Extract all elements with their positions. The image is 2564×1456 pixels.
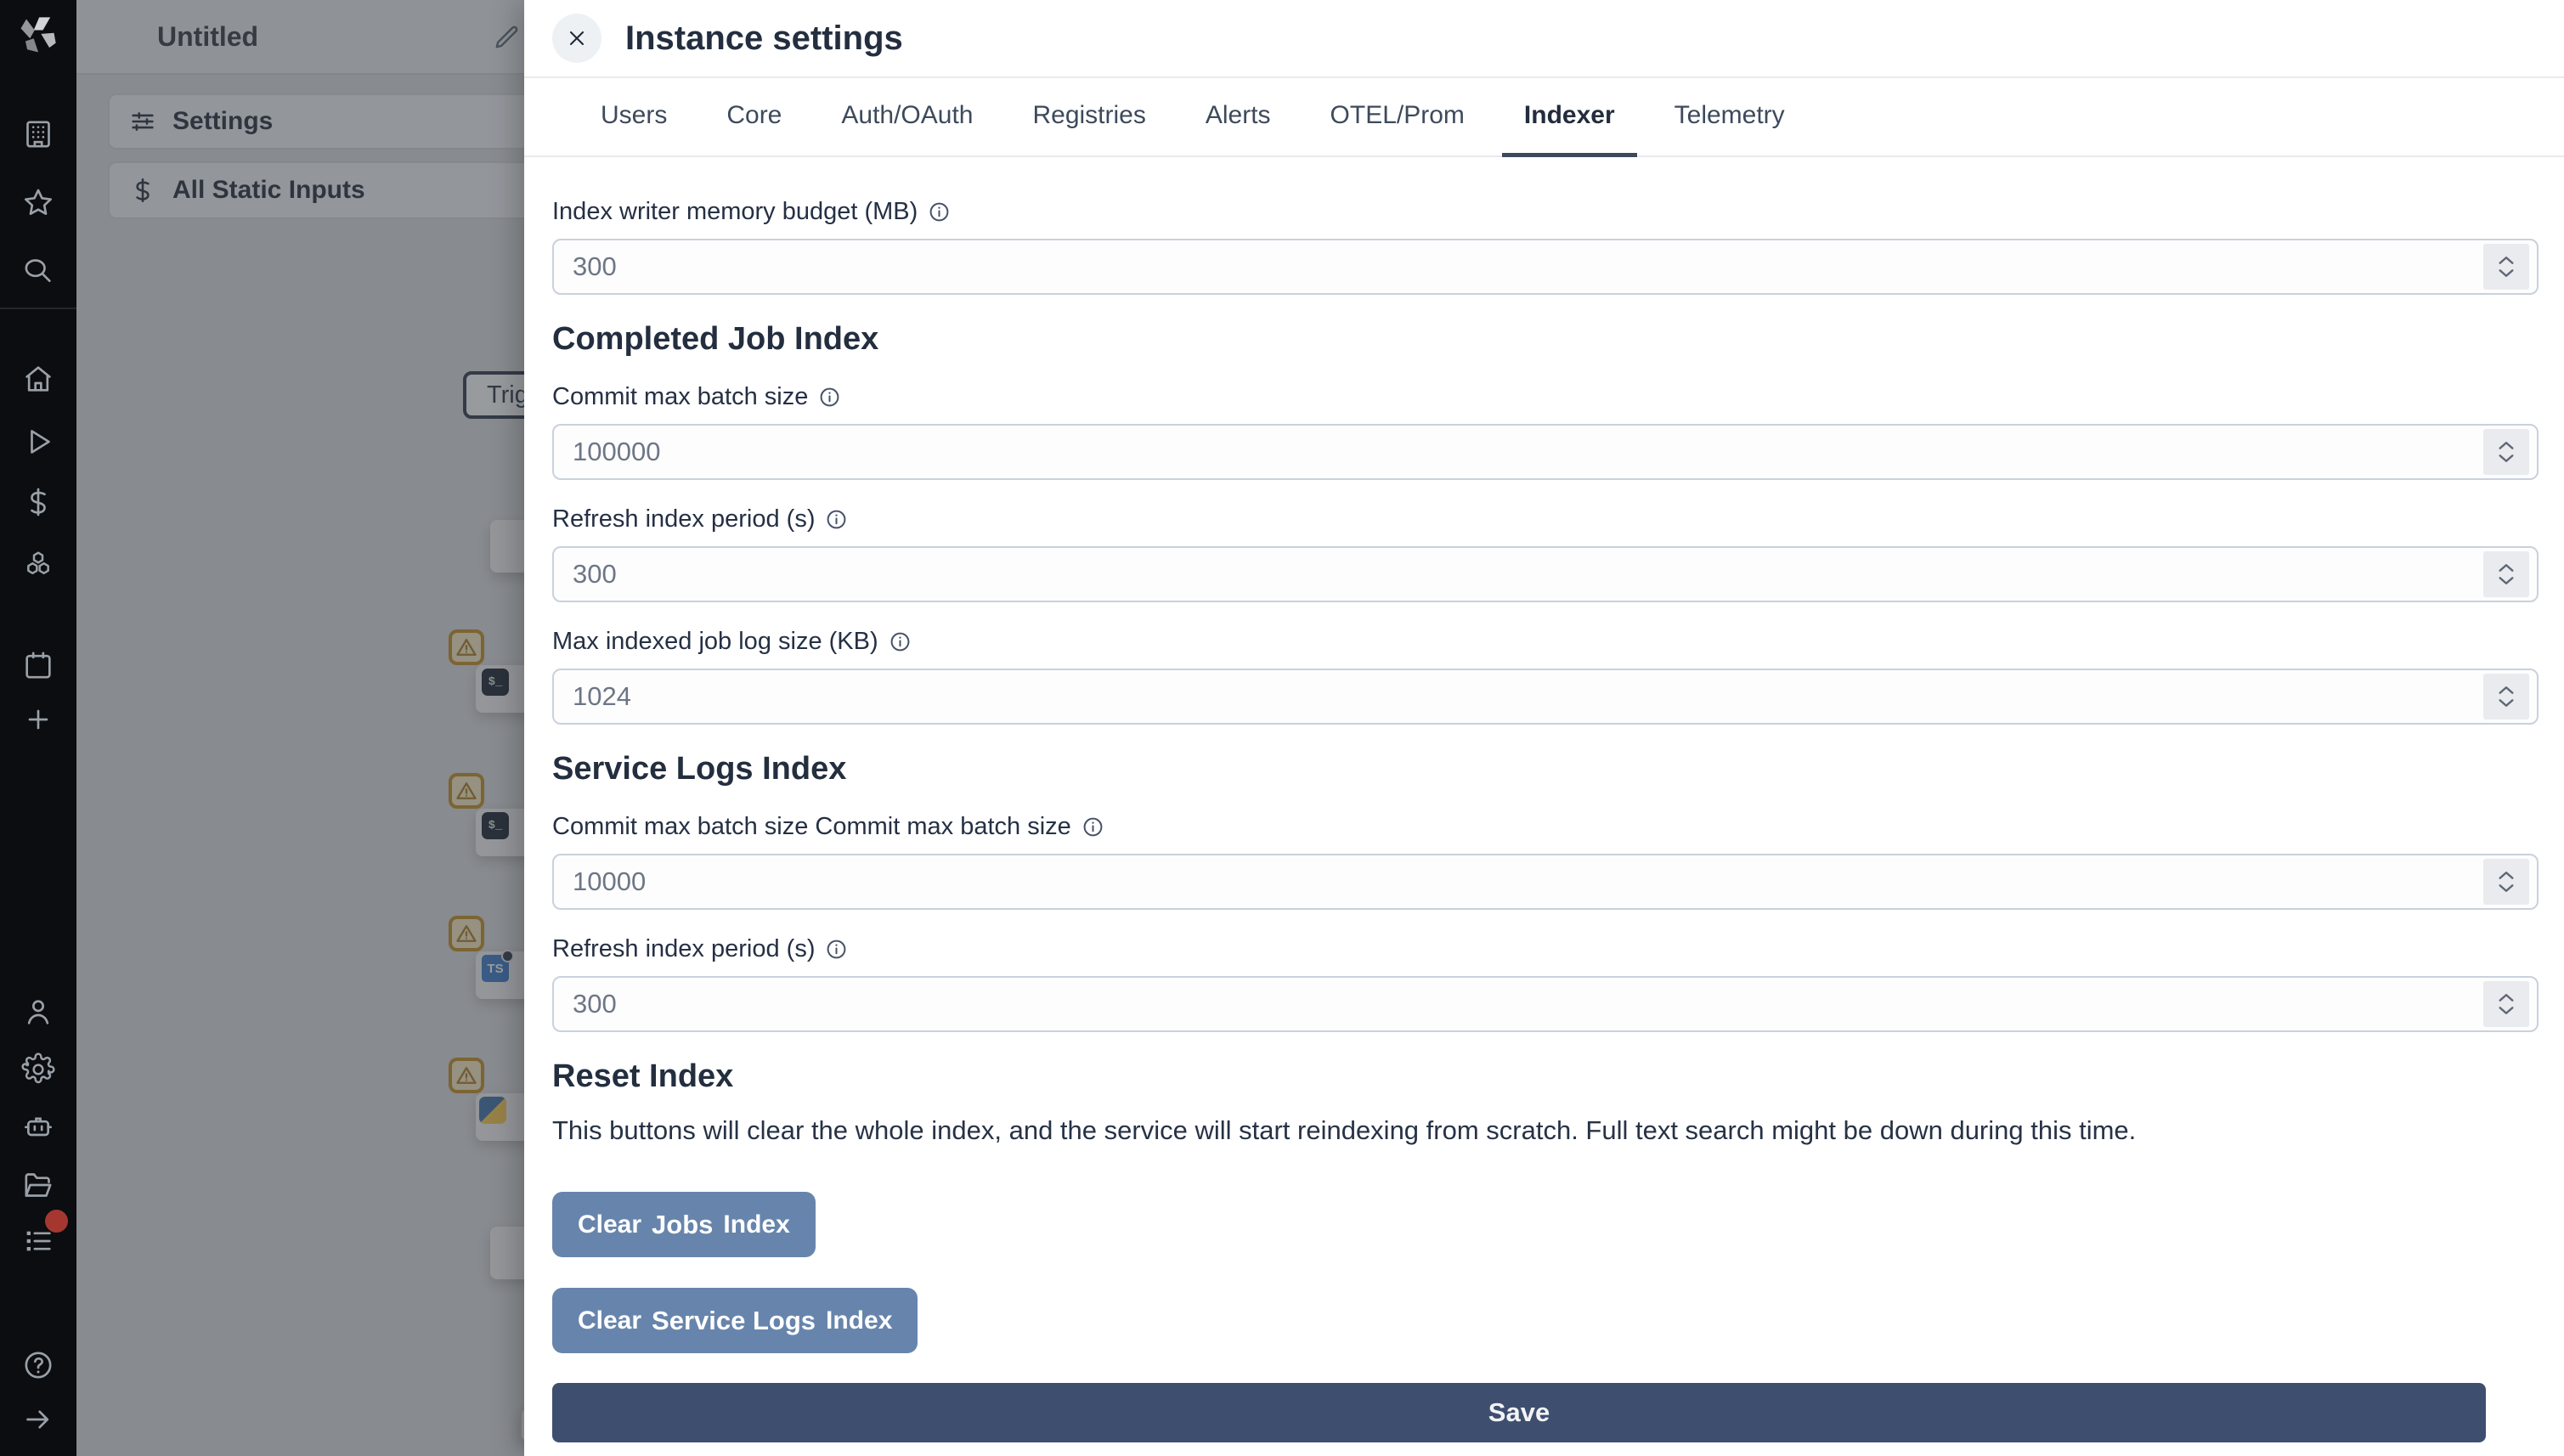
field-label: Max indexed job log size (KB)	[552, 626, 2539, 657]
number-field	[552, 669, 2539, 725]
indexer-panel: Index writer memory budget (MB) Complete…	[524, 159, 2564, 1456]
job-commit-max-batch-input[interactable]	[552, 424, 2539, 480]
chevron-up-icon	[2497, 684, 2516, 696]
info-icon[interactable]	[928, 200, 951, 223]
home-icon[interactable]	[18, 358, 59, 399]
modal-title: Instance settings	[625, 19, 903, 57]
clear-service-logs-index-button[interactable]: Clear Service Logs Index	[552, 1288, 918, 1353]
index-writer-memory-input[interactable]	[552, 239, 2539, 295]
tab-core[interactable]: Core	[704, 78, 804, 157]
folder-open-icon[interactable]	[18, 1165, 59, 1205]
field-label: Commit max batch size	[552, 381, 2539, 412]
tab-otel-prom[interactable]: OTEL/Prom	[1308, 78, 1487, 157]
info-icon[interactable]	[818, 386, 841, 409]
dollar-icon[interactable]	[18, 482, 59, 522]
plus-icon[interactable]	[18, 699, 59, 740]
field-label: Index writer memory budget (MB)	[552, 196, 2539, 227]
stepper-control[interactable]	[2483, 674, 2529, 720]
number-field	[552, 239, 2539, 295]
arrow-right-icon[interactable]	[18, 1399, 59, 1440]
tab-telemetry[interactable]: Telemetry	[1652, 78, 1807, 157]
stepper-control[interactable]	[2483, 859, 2529, 905]
help-icon[interactable]	[18, 1345, 59, 1385]
chevron-up-icon	[2497, 562, 2516, 573]
search-icon[interactable]	[18, 251, 59, 291]
field-label: Commit max batch size Commit max batch s…	[552, 811, 2539, 842]
info-icon[interactable]	[825, 938, 848, 961]
building-icon[interactable]	[18, 114, 59, 155]
job-refresh-period-input[interactable]	[552, 546, 2539, 602]
tab-registries[interactable]: Registries	[1010, 78, 1167, 157]
clear-buttons-group: Clear Jobs Index Clear Service Logs Inde…	[552, 1192, 2539, 1353]
section-heading-service-logs-index: Service Logs Index	[552, 751, 847, 787]
cubes-icon[interactable]	[18, 544, 59, 584]
stepper-control[interactable]	[2483, 981, 2529, 1027]
modal-backdrop[interactable]	[76, 0, 524, 1456]
number-field	[552, 546, 2539, 602]
field-label: Refresh index period (s)	[552, 934, 2539, 964]
gear-icon[interactable]	[18, 1049, 59, 1090]
section-heading-reset-index: Reset Index	[552, 1058, 734, 1094]
chevron-down-icon	[2497, 268, 2516, 279]
chevron-up-icon	[2497, 254, 2516, 266]
chevron-down-icon	[2497, 575, 2516, 587]
reset-index-description: This buttons will clear the whole index,…	[552, 1115, 2137, 1145]
service-commit-max-batch-input[interactable]	[552, 854, 2539, 910]
number-field	[552, 424, 2539, 480]
chevron-down-icon	[2497, 883, 2516, 894]
info-icon[interactable]	[1082, 815, 1104, 838]
close-icon	[569, 31, 585, 46]
service-refresh-period-input[interactable]	[552, 976, 2539, 1032]
robot-icon[interactable]	[18, 1106, 59, 1147]
chevron-up-icon	[2497, 869, 2516, 881]
chevron-up-icon	[2497, 991, 2516, 1003]
stepper-control[interactable]	[2483, 551, 2529, 597]
tab-indexer[interactable]: Indexer	[1501, 78, 1637, 157]
modal-header: Instance settings	[524, 0, 2564, 78]
tab-users[interactable]: Users	[579, 78, 689, 157]
settings-tabs: Users Core Auth/OAuth Registries Alerts …	[524, 78, 2564, 157]
app-root: Untitled Settings All Static Inputs Trig…	[0, 0, 2564, 1456]
notification-dot	[45, 1210, 68, 1233]
sidebar-divider	[0, 308, 76, 309]
clear-jobs-index-button[interactable]: Clear Jobs Index	[552, 1192, 816, 1257]
close-button[interactable]	[552, 14, 601, 63]
star-icon[interactable]	[18, 183, 59, 223]
number-field	[552, 976, 2539, 1032]
number-field	[552, 854, 2539, 910]
max-indexed-log-size-input[interactable]	[552, 669, 2539, 725]
section-heading-completed-job-index: Completed Job Index	[552, 321, 879, 357]
play-icon[interactable]	[18, 421, 59, 462]
chevron-down-icon	[2497, 453, 2516, 465]
info-icon[interactable]	[889, 630, 912, 653]
calendar-icon[interactable]	[18, 645, 59, 686]
flow-editor-workspace: Untitled Settings All Static Inputs Trig…	[76, 0, 524, 1456]
tab-alerts[interactable]: Alerts	[1183, 78, 1293, 157]
field-label: Refresh index period (s)	[552, 504, 2539, 534]
instance-settings-modal: Instance settings Users Core Auth/OAuth …	[524, 0, 2564, 1456]
stepper-control[interactable]	[2483, 429, 2529, 475]
tab-auth-oauth[interactable]: Auth/OAuth	[819, 78, 995, 157]
chevron-up-icon	[2497, 439, 2516, 451]
chevron-down-icon	[2497, 1005, 2516, 1017]
stepper-control[interactable]	[2483, 244, 2529, 290]
info-icon[interactable]	[825, 508, 848, 531]
windmill-logo[interactable]	[15, 14, 59, 58]
icon-sidebar	[0, 0, 76, 1456]
save-button[interactable]: Save	[552, 1383, 2486, 1442]
user-icon[interactable]	[18, 991, 59, 1032]
chevron-down-icon	[2497, 697, 2516, 709]
